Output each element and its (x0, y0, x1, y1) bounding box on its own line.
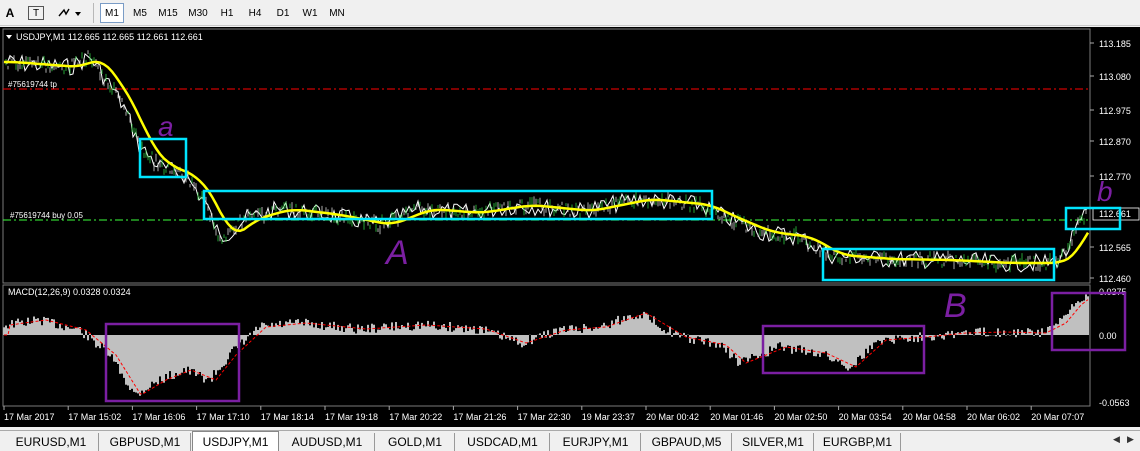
tab-usdjpy-m1[interactable]: USDJPY,M1 (192, 431, 279, 451)
moving-average-line (4, 60, 1090, 265)
current-price-label: 112.661 (1099, 209, 1131, 219)
time-tick-label: 20 Mar 02:50 (774, 412, 827, 422)
annotation-letter-b-small: b (1097, 176, 1113, 207)
annotation-letter-b-large: B (944, 287, 967, 325)
shapes-icon (58, 8, 81, 17)
buy-order-label: #75619744 buy 0.05 (10, 211, 84, 220)
time-tick-label: 17 Mar 18:14 (261, 412, 314, 422)
tab-gbpusd-m1[interactable]: GBPUSD,M1 (100, 433, 191, 451)
tab-silver-m1[interactable]: SILVER,M1 (733, 433, 814, 451)
timeframe-mn-button[interactable]: MN (324, 3, 350, 23)
tab-scroll-right-icon[interactable]: ▶ (1127, 434, 1134, 445)
tab-eurgbp-m1[interactable]: EURGBP,M1 (815, 433, 901, 451)
macd-tick-label: -0.0563 (1099, 398, 1130, 408)
tab-audusd-m1[interactable]: AUDUSD,M1 (280, 433, 375, 451)
tab-gbpaud-m5[interactable]: GBPAUD,M5 (642, 433, 732, 451)
timeframe-h1-button[interactable]: H1 (214, 3, 240, 23)
time-tick-label: 20 Mar 01:46 (710, 412, 763, 422)
price-tick-label: 112.975 (1099, 106, 1131, 116)
price-tick-label: 113.080 (1099, 72, 1131, 82)
annotation-letter-a-large: A (384, 234, 409, 272)
chart-toolbar: A T M1 M5 M15 M30 H1 H4 D1 W1 MN (0, 0, 1140, 26)
macd-title: MACD(12,26,9) 0.0328 0.0324 (8, 287, 131, 297)
time-tick-label: 17 Mar 22:30 (518, 412, 571, 422)
price-tick-label: 112.870 (1099, 137, 1131, 147)
time-tick-label: 20 Mar 03:54 (839, 412, 892, 422)
macd-series (3, 294, 1089, 396)
time-tick-label: 20 Mar 00:42 (646, 412, 699, 422)
time-tick-label: 17 Mar 21:26 (453, 412, 506, 422)
time-axis: 17 Mar 2017 17 Mar 15:02 17 Mar 16:06 17 Ma… (3, 406, 1084, 422)
tab-eurusd-m1[interactable]: EURUSD,M1 (4, 433, 99, 451)
text-label-tool-button[interactable]: T (28, 6, 44, 20)
price-axis: 113.185113.080112.975112.870112.770112.5… (1090, 39, 1131, 284)
price-panel-border (2, 28, 1091, 284)
time-tick-label: 20 Mar 06:02 (967, 412, 1020, 422)
tab-scroll-left-icon[interactable]: ◀ (1113, 434, 1120, 445)
chart-menu-triangle-icon[interactable] (6, 35, 12, 39)
toolbar-separator (93, 3, 94, 23)
text-tool-button[interactable]: A (2, 3, 18, 23)
price-tick-label: 112.460 (1099, 274, 1131, 284)
timeframe-d1-button[interactable]: D1 (270, 3, 296, 23)
timeframe-w1-button[interactable]: W1 (298, 3, 322, 23)
tab-usdcad-m1[interactable]: USDCAD,M1 (456, 433, 550, 451)
tab-gold-m1[interactable]: GOLD,M1 (376, 433, 455, 451)
time-tick-label: 17 Mar 20:22 (389, 412, 442, 422)
time-tick-label: 20 Mar 04:58 (903, 412, 956, 422)
shapes-dropdown-button[interactable] (56, 3, 84, 23)
tp-label: #75619744 tp (8, 80, 57, 89)
time-tick-label: 19 Mar 23:37 (582, 412, 635, 422)
timeframe-m30-button[interactable]: M30 (184, 3, 212, 23)
price-tick-label: 112.565 (1099, 243, 1131, 253)
macd-tick-label: 0.00 (1099, 331, 1117, 341)
price-series (3, 50, 1090, 273)
chart-area[interactable]: USDJPY,M1 112.665 112.665 112.661 112.66… (0, 27, 1140, 427)
timeframe-m1-button[interactable]: M1 (100, 3, 124, 23)
chart-title: USDJPY,M1 112.665 112.665 112.661 112.66… (16, 32, 203, 42)
timeframe-h4-button[interactable]: H4 (242, 3, 268, 23)
annotation-letter-a-small: a (158, 111, 174, 142)
chart-canvas: USDJPY,M1 112.665 112.665 112.661 112.66… (2, 28, 1140, 422)
timeframe-m15-button[interactable]: M15 (154, 3, 182, 23)
time-tick-label: 17 Mar 19:18 (325, 412, 378, 422)
price-line (3, 52, 1088, 273)
symbol-tab-bar: EURUSD,M1 GBPUSD,M1 USDJPY,M1 AUDUSD,M1 GOLD… (0, 430, 1140, 451)
time-tick-label: 17 Mar 2017 (4, 412, 55, 422)
time-tick-label: 20 Mar 07:07 (1031, 412, 1084, 422)
tab-eurjpy-m1[interactable]: EURJPY,M1 (551, 433, 641, 451)
time-tick-label: 17 Mar 15:02 (68, 412, 121, 422)
time-tick-label: 17 Mar 17:10 (197, 412, 250, 422)
time-tick-label: 17 Mar 16:06 (132, 412, 185, 422)
price-tick-label: 113.185 (1099, 39, 1131, 49)
timeframe-m5-button[interactable]: M5 (128, 3, 152, 23)
